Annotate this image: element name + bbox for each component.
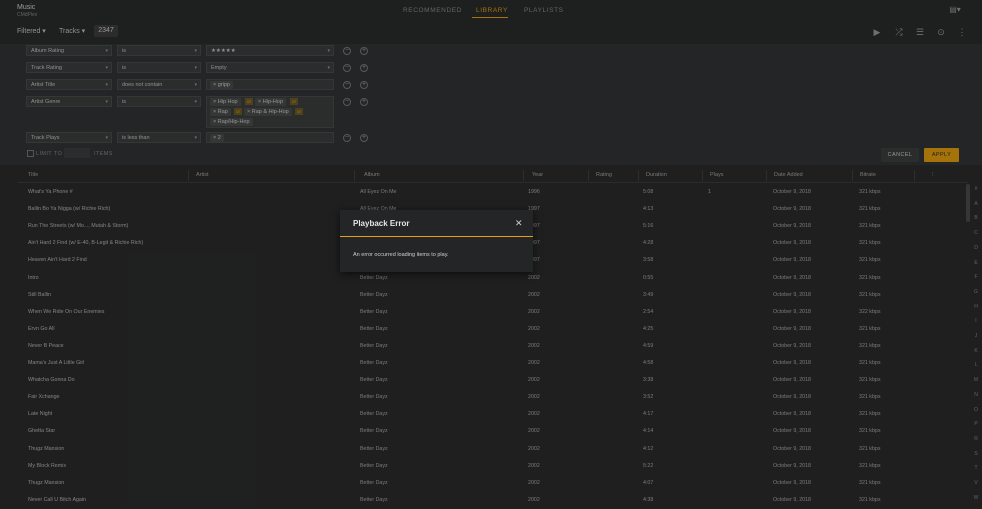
dialog-title: Playback Error — [353, 219, 410, 228]
dialog-divider — [340, 236, 533, 237]
playback-error-dialog: Playback Error ✕ An error occurred loadi… — [340, 210, 533, 272]
dialog-message: An error occurred loading items to play. — [353, 252, 449, 258]
close-icon[interactable]: ✕ — [515, 218, 523, 229]
